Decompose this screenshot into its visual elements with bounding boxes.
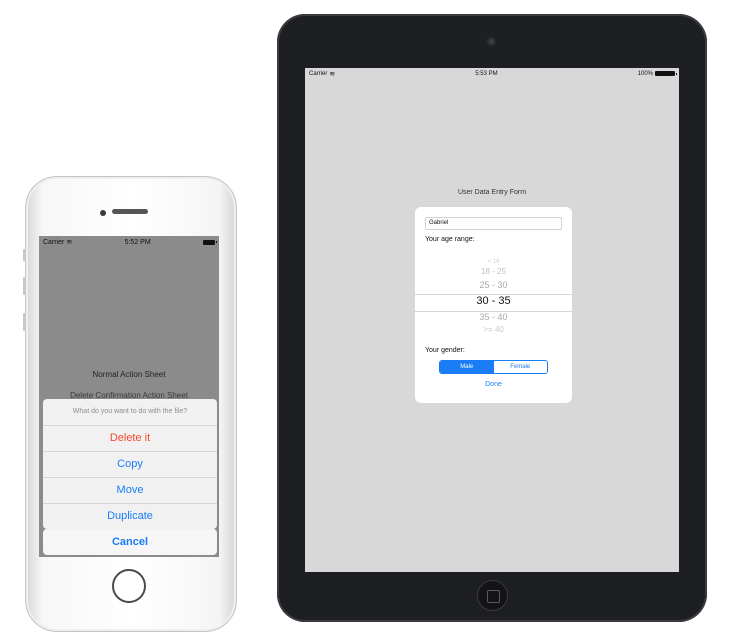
carrier-label: Carrier xyxy=(309,70,328,77)
gender-segmented-control: Male Female xyxy=(439,360,548,374)
iphone-volume-up xyxy=(23,277,26,295)
ipad-device: Carrier ≋ 5:53 PM 100% User Data Entry F… xyxy=(277,14,707,622)
copy-button[interactable]: Copy xyxy=(43,452,217,478)
cancel-button[interactable]: Cancel xyxy=(43,529,217,555)
picker-row[interactable]: 25 - 30 xyxy=(415,280,572,290)
done-button[interactable]: Done xyxy=(415,381,572,388)
carrier-indicator: Carrier ≋ xyxy=(43,238,73,247)
name-input[interactable]: Gabriel xyxy=(425,217,562,230)
wifi-icon: ≋ xyxy=(329,70,336,78)
picker-row-selected[interactable]: 30 - 35 xyxy=(415,295,572,307)
action-sheet: What do you want to do with the file? De… xyxy=(43,399,217,529)
battery-indicator: 100% xyxy=(637,70,677,77)
move-button[interactable]: Move xyxy=(43,478,217,504)
age-range-label: Your age range: xyxy=(425,236,475,243)
user-data-popover: Gabriel Your age range: < 18 18 - 25 25 … xyxy=(415,207,572,403)
iphone-device: Carrier ≋ 5:52 PM Normal Action Sheet De… xyxy=(23,176,237,632)
action-sheet-title: What do you want to do with the file? xyxy=(43,399,217,426)
segment-female[interactable]: Female xyxy=(493,361,547,373)
ipad-home-button[interactable] xyxy=(477,580,508,611)
front-camera-icon xyxy=(100,210,106,216)
picker-row[interactable]: >= 40 xyxy=(415,325,572,334)
carrier-indicator: Carrier ≋ xyxy=(309,70,335,78)
delete-it-button[interactable]: Delete it xyxy=(43,426,217,452)
ipad-camera-icon xyxy=(487,37,496,46)
status-time: 5:52 PM xyxy=(124,238,151,246)
speaker-grille xyxy=(112,209,148,214)
normal-action-sheet-button[interactable]: Normal Action Sheet xyxy=(39,370,219,379)
status-time: 5:53 PM xyxy=(475,70,498,77)
gender-label: Your gender: xyxy=(425,347,465,354)
form-title[interactable]: User Data Entry Form xyxy=(305,189,679,196)
carrier-label: Carrier xyxy=(43,238,65,246)
duplicate-button[interactable]: Duplicate xyxy=(43,504,217,529)
wifi-icon: ≋ xyxy=(66,239,73,246)
iphone-home-button[interactable] xyxy=(112,569,146,603)
picker-row[interactable]: 18 - 25 xyxy=(415,267,572,276)
iphone-screen: Carrier ≋ 5:52 PM Normal Action Sheet De… xyxy=(39,236,219,557)
iphone-status-bar: Carrier ≋ 5:52 PM xyxy=(39,236,219,248)
iphone-volume-down xyxy=(23,313,26,331)
picker-row[interactable]: 35 - 40 xyxy=(415,312,572,322)
ipad-status-bar: Carrier ≋ 5:53 PM 100% xyxy=(305,68,679,79)
segment-male[interactable]: Male xyxy=(440,361,494,373)
battery-icon xyxy=(655,71,677,76)
ipad-screen: Carrier ≋ 5:53 PM 100% User Data Entry F… xyxy=(305,68,679,572)
battery-percent: 100% xyxy=(637,70,653,77)
picker-row[interactable]: < 18 xyxy=(415,258,572,264)
iphone-mute-switch xyxy=(23,249,26,261)
age-range-picker[interactable]: < 18 18 - 25 25 - 30 30 - 35 35 - 40 >= … xyxy=(415,252,572,340)
battery-icon xyxy=(203,239,217,245)
